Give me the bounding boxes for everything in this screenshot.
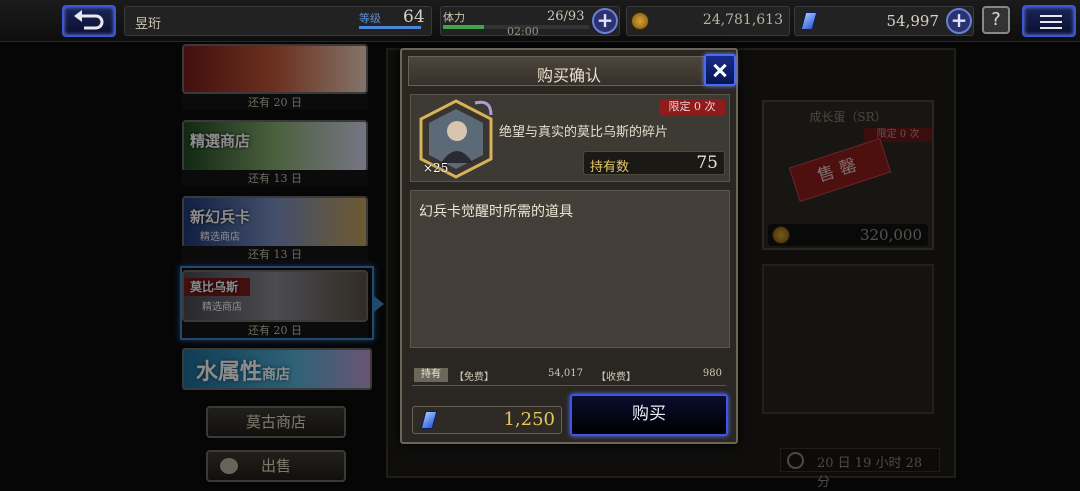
currency-holdings: 持有 【免费】 54,017 【收费】 980 (412, 368, 726, 386)
close-button[interactable] (704, 54, 736, 86)
item-info: ×25 限定 0 次 绝望与真实的莫比乌斯的碎片 持有数 75 (410, 94, 730, 182)
dialog-title: 购买确认 (536, 66, 601, 85)
stamina-label: 体力 (443, 11, 465, 24)
limit-badge: 限定 0 次 (659, 99, 725, 115)
free-gem-label: 【免费】 (454, 372, 494, 383)
gem-icon (420, 411, 438, 429)
buy-button[interactable]: 购买 (570, 394, 728, 436)
stamina-value: 26/93 (547, 9, 585, 24)
paid-gem-value: 980 (702, 368, 722, 379)
owned-value: 75 (696, 153, 718, 173)
free-gem-value: 54,017 (548, 368, 583, 379)
top-bar: 昱珩 等级 64 体力 26/93 02:00 + 24,781,613 54,… (0, 0, 1080, 42)
back-icon (74, 10, 104, 30)
player-name: 昱珩 (135, 17, 162, 32)
item-description: 幻兵卡觉醒时所需的道具 (419, 204, 573, 220)
gem-plus-button[interactable]: + (946, 8, 972, 34)
gem-value: 54,997 (886, 12, 940, 30)
item-description-box: 幻兵卡觉醒时所需的道具 (410, 190, 730, 348)
gil-panel: 24,781,613 (626, 6, 790, 36)
gem-icon (800, 12, 818, 30)
menu-button[interactable] (1022, 5, 1076, 37)
holdings-tag: 持有 (414, 368, 448, 382)
level-value: 64 (403, 7, 425, 27)
stamina-plus-button[interactable]: + (592, 8, 618, 34)
purchase-confirm-dialog: 购买确认 ×25 限定 0 次 绝望与真实的莫比乌斯的碎片 持有数 75 幻兵卡… (400, 48, 738, 444)
back-button[interactable] (62, 5, 116, 37)
item-name: 绝望与真实的莫比乌斯的碎片 (499, 125, 669, 140)
level-progress-bar (359, 26, 421, 29)
item-count: ×25 (423, 161, 449, 175)
price-box: 1,250 (412, 406, 562, 434)
dialog-header: 购买确认 (408, 56, 730, 86)
plus-icon: + (596, 8, 614, 32)
player-panel: 昱珩 等级 64 (124, 6, 432, 36)
plus-icon: + (950, 8, 968, 32)
help-icon: ? (991, 9, 1001, 30)
gil-coin-icon (631, 12, 649, 30)
level-label: 等级 (359, 12, 381, 25)
gil-value: 24,781,613 (702, 12, 783, 28)
owned-label: 持有数 (590, 160, 630, 175)
paid-gem-label: 【收费】 (596, 372, 636, 383)
buy-label: 购买 (632, 404, 666, 424)
owned-count-box: 持有数 75 (583, 151, 725, 175)
help-button[interactable]: ? (982, 6, 1010, 34)
price-value: 1,250 (503, 409, 555, 430)
stamina-timer: 02:00 (507, 25, 539, 38)
